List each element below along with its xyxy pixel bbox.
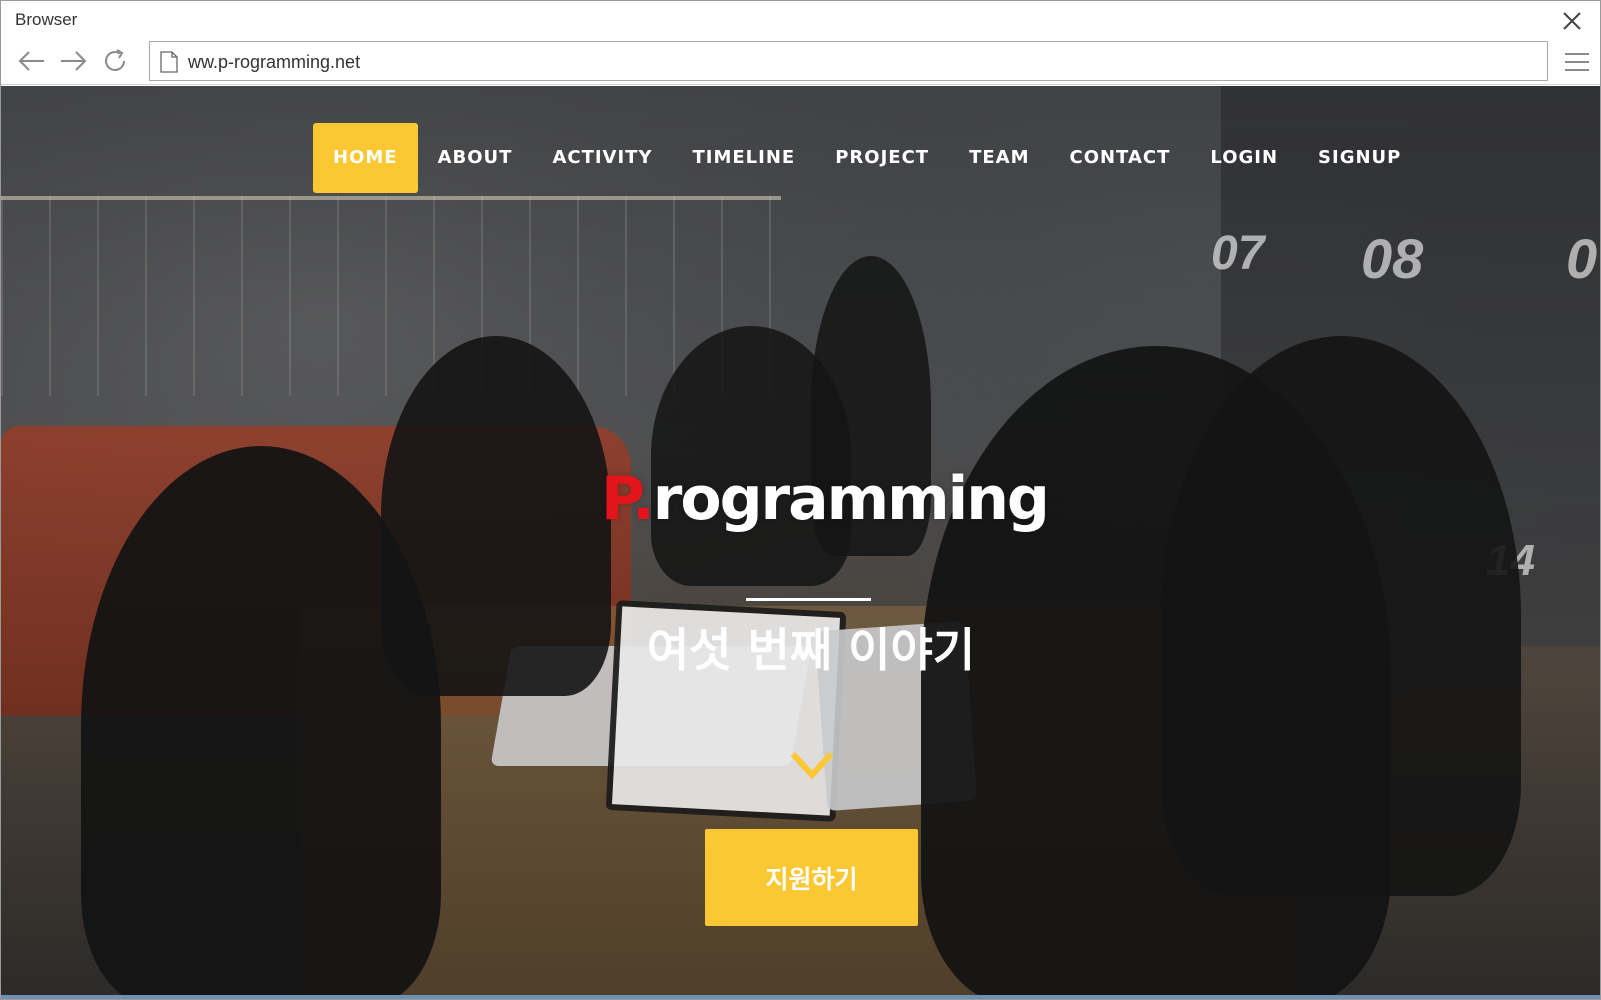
logo-dot: . bbox=[631, 464, 655, 534]
nav-team[interactable]: TEAM bbox=[949, 123, 1049, 193]
background-person bbox=[381, 336, 611, 696]
locker-number: 0 bbox=[1566, 227, 1598, 290]
logo-accent-letter: P bbox=[601, 464, 634, 534]
nav-timeline[interactable]: TIMELINE bbox=[673, 123, 816, 193]
window-bottom-edge bbox=[1, 995, 1600, 999]
url-text: ww.p-rogramming.net bbox=[188, 52, 361, 72]
page-viewport: 07 08 0 14 HOME ABOUT ACTIVITY TIMELINE … bbox=[1, 86, 1600, 995]
nav-about[interactable]: ABOUT bbox=[418, 123, 533, 193]
hero-divider bbox=[746, 598, 871, 601]
nav-project[interactable]: PROJECT bbox=[815, 123, 949, 193]
site-nav: HOME ABOUT ACTIVITY TIMELINE PROJECT TEA… bbox=[313, 123, 1421, 193]
nav-signup[interactable]: SIGNUP bbox=[1298, 123, 1421, 193]
browser-window: Browser ww.p-rogramming.net 07 08 0 HOME… bbox=[0, 0, 1601, 1000]
locker-number: 08 bbox=[1361, 227, 1424, 290]
arrow-right-icon[interactable] bbox=[56, 44, 90, 78]
nav-home[interactable]: HOME bbox=[313, 123, 418, 193]
arrow-left-icon[interactable] bbox=[15, 44, 49, 78]
title-bar: Browser bbox=[1, 1, 1600, 39]
hero-subtitle: 여섯 번째 이야기 bbox=[646, 623, 976, 677]
nav-activity[interactable]: ACTIVITY bbox=[532, 123, 672, 193]
page-icon bbox=[160, 51, 178, 73]
address-bar[interactable]: ww.p-rogramming.net bbox=[149, 41, 1548, 81]
close-icon[interactable] bbox=[1558, 7, 1586, 35]
locker-number: 07 bbox=[1211, 227, 1265, 280]
logo-text: rogramming bbox=[652, 464, 1050, 534]
browser-toolbar: ww.p-rogramming.net bbox=[1, 39, 1600, 85]
hamburger-menu-icon[interactable] bbox=[1560, 45, 1594, 79]
nav-contact[interactable]: CONTACT bbox=[1049, 123, 1190, 193]
site-logo: P.rogramming bbox=[601, 464, 1050, 544]
window-title: Browser bbox=[15, 10, 78, 29]
apply-button[interactable]: 지원하기 bbox=[705, 829, 918, 926]
nav-login[interactable]: LOGIN bbox=[1190, 123, 1298, 193]
background-railing bbox=[1, 196, 781, 396]
chevron-down-icon[interactable] bbox=[789, 748, 835, 782]
reload-icon[interactable] bbox=[98, 44, 132, 78]
